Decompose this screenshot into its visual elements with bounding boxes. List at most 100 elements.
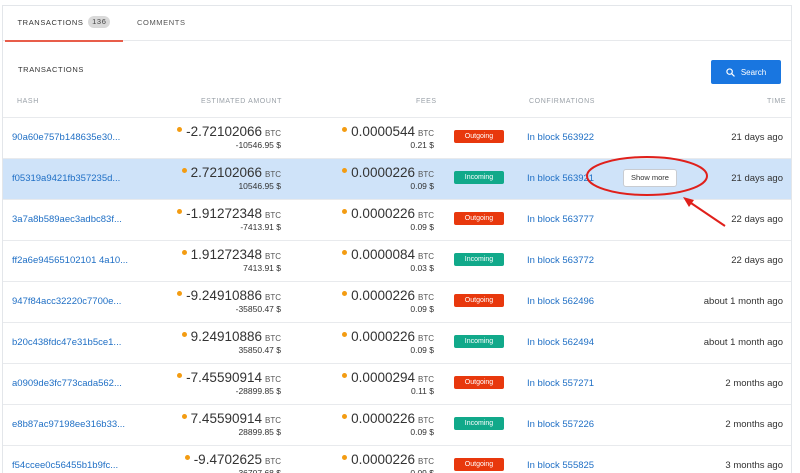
amount-cell: -9.24910886 BTC -35850.47 $ xyxy=(177,288,281,314)
fee-cell: 0.0000226 BTC 0.09 $ xyxy=(342,288,434,314)
fee-dot-icon xyxy=(342,126,348,132)
block-link[interactable]: In block 557226 xyxy=(527,419,594,430)
tab-transactions[interactable]: TRANSACTIONS 136 xyxy=(5,6,123,42)
tx-hash-link[interactable]: f54ccee0c56455b1b9fc... xyxy=(12,460,118,471)
tx-time: 21 days ago xyxy=(731,132,783,143)
table-row[interactable]: a0909de3fc773cada562... -7.45590914 BTC -28… xyxy=(3,363,791,404)
tx-time: 22 days ago xyxy=(731,255,783,266)
tab-comments-label: COMMENTS xyxy=(137,18,186,27)
fee-value: 0.0000544 xyxy=(351,124,415,139)
tx-hash-link[interactable]: 3a7a8b589aec3adbc83f... xyxy=(12,214,122,225)
amount-dot-icon xyxy=(177,126,183,132)
amount-usd: -28899.85 $ xyxy=(235,386,281,396)
fee-value: 0.0000226 xyxy=(351,411,415,426)
block-link[interactable]: In block 563772 xyxy=(527,255,594,266)
fee-dot-icon xyxy=(342,249,348,255)
fee-value: 0.0000294 xyxy=(351,370,415,385)
fee-cell: 0.0000084 BTC 0.03 $ xyxy=(342,247,434,273)
fee-unit: BTC xyxy=(418,375,434,384)
block-link[interactable]: In block 563922 xyxy=(527,132,594,143)
amount-unit: BTC xyxy=(265,334,281,343)
direction-badge: Incoming xyxy=(454,253,504,266)
amount-usd: -7413.91 $ xyxy=(240,222,281,232)
fee-dot-icon xyxy=(342,167,348,173)
amount-value: 7.45590914 xyxy=(190,411,262,426)
tx-hash-link[interactable]: e8b87ac97198ee316b33... xyxy=(12,419,125,430)
table-row[interactable]: ff2a6e94565102101 4a10... 1.91272348 BTC 74… xyxy=(3,240,791,281)
fee-usd: 0.11 $ xyxy=(410,386,434,396)
amount-value: -9.24910886 xyxy=(186,288,262,303)
fee-dot-icon xyxy=(342,331,348,337)
tx-hash-link[interactable]: b20c438fdc47e31b5ce1... xyxy=(12,337,121,348)
amount-cell: -2.72102066 BTC -10546.95 $ xyxy=(177,124,281,150)
amount-unit: BTC xyxy=(265,375,281,384)
amount-cell: 2.72102066 BTC 10546.95 $ xyxy=(181,165,281,191)
amount-cell: -9.4702625 BTC -36707.68 $ xyxy=(184,452,281,473)
table-row[interactable]: f05319a9421fb357235d... 2.72102066 BTC 1054… xyxy=(3,158,791,199)
tx-hash-link[interactable]: a0909de3fc773cada562... xyxy=(12,378,122,389)
amount-cell: -1.91272348 BTC -7413.91 $ xyxy=(177,206,281,232)
fee-dot-icon xyxy=(342,290,348,296)
tab-comments[interactable]: COMMENTS xyxy=(133,6,186,41)
amount-dot-icon xyxy=(177,372,183,378)
amount-dot-icon xyxy=(181,167,187,173)
fee-unit: BTC xyxy=(418,129,434,138)
tab-transactions-label: TRANSACTIONS xyxy=(17,18,84,27)
table-row[interactable]: b20c438fdc47e31b5ce1... 9.24910886 BTC 3585… xyxy=(3,322,791,363)
tx-hash-link[interactable]: 947f84acc32220c7700e... xyxy=(12,296,121,307)
block-link[interactable]: In block 563777 xyxy=(527,214,594,225)
tx-hash-link[interactable]: f05319a9421fb357235d... xyxy=(12,173,120,184)
table-row[interactable]: 3a7a8b589aec3adbc83f... -1.91272348 BTC -74… xyxy=(3,199,791,240)
fee-cell: 0.0000226 BTC 0.09 $ xyxy=(342,329,434,355)
tab-bar: TRANSACTIONS 136 COMMENTS xyxy=(3,6,791,42)
fee-cell: 0.0000544 BTC 0.21 $ xyxy=(342,124,434,150)
amount-dot-icon xyxy=(181,413,187,419)
block-link[interactable]: In block 557271 xyxy=(527,378,594,389)
amount-cell: 1.91272348 BTC 7413.91 $ xyxy=(181,247,281,273)
fee-usd: 0.21 $ xyxy=(410,140,434,150)
tx-time: about 1 month ago xyxy=(703,337,783,348)
table-row[interactable]: f54ccee0c56455b1b9fc... -9.4702625 BTC -367… xyxy=(3,445,791,473)
fee-dot-icon xyxy=(342,372,348,378)
block-link[interactable]: In block 562494 xyxy=(527,337,594,348)
column-header-fees: FEES xyxy=(416,98,437,105)
fee-usd: 0.09 $ xyxy=(410,345,434,355)
fee-cell: 0.0000226 BTC 0.09 $ xyxy=(342,452,434,473)
amount-value: -7.45590914 xyxy=(186,370,262,385)
amount-unit: BTC xyxy=(265,252,281,261)
amount-unit: BTC xyxy=(265,211,281,220)
tx-hash-link[interactable]: 90a60e757b148635e30... xyxy=(12,132,120,143)
show-more-button[interactable]: Show more xyxy=(623,169,677,187)
column-header-hash: HASH xyxy=(17,98,39,105)
amount-value: 1.91272348 xyxy=(190,247,262,262)
amount-cell: 9.24910886 BTC 35850.47 $ xyxy=(181,329,281,355)
table-row[interactable]: 947f84acc32220c7700e... -9.24910886 BTC -35… xyxy=(3,281,791,322)
amount-dot-icon xyxy=(177,208,183,214)
amount-unit: BTC xyxy=(265,293,281,302)
fee-value: 0.0000226 xyxy=(351,452,415,467)
fee-cell: 0.0000294 BTC 0.11 $ xyxy=(342,370,434,396)
block-link[interactable]: In block 555825 xyxy=(527,460,594,471)
fee-cell: 0.0000226 BTC 0.09 $ xyxy=(342,411,434,437)
tx-time: 3 months ago xyxy=(725,460,783,471)
fee-unit: BTC xyxy=(418,457,434,466)
direction-badge: Incoming xyxy=(454,417,504,430)
fee-usd: 0.09 $ xyxy=(410,468,434,473)
block-link[interactable]: In block 562496 xyxy=(527,296,594,307)
fee-usd: 0.09 $ xyxy=(410,222,434,232)
amount-unit: BTC xyxy=(265,416,281,425)
table-row[interactable]: 90a60e757b148635e30... -2.72102066 BTC -105… xyxy=(3,117,791,158)
tx-time: about 1 month ago xyxy=(703,296,783,307)
tx-hash-link[interactable]: ff2a6e94565102101 4a10... xyxy=(12,255,128,266)
fee-dot-icon xyxy=(342,413,348,419)
fee-usd: 0.03 $ xyxy=(410,263,434,273)
amount-value: 2.72102066 xyxy=(190,165,262,180)
search-button[interactable]: Search xyxy=(711,60,781,84)
amount-dot-icon xyxy=(181,249,187,255)
block-link[interactable]: In block 563921 xyxy=(527,173,594,184)
amount-usd: 7413.91 $ xyxy=(243,263,281,273)
fee-unit: BTC xyxy=(418,293,434,302)
tx-time: 21 days ago xyxy=(731,173,783,184)
table-row[interactable]: e8b87ac97198ee316b33... 7.45590914 BTC 2889… xyxy=(3,404,791,445)
fee-unit: BTC xyxy=(418,334,434,343)
